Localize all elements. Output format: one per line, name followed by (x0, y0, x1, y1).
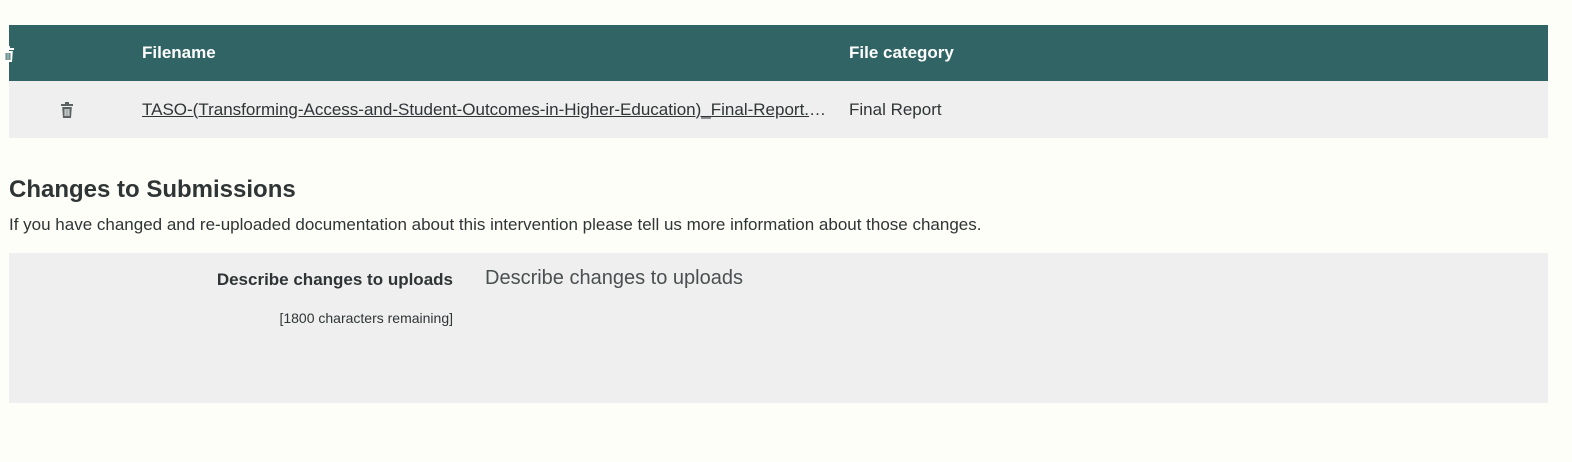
filename-cell: TASO-(Transforming-Access-and-Student-Ou… (142, 81, 849, 138)
file-link[interactable]: TASO-(Transforming-Access-and-Student-Ou… (142, 100, 828, 120)
uploaded-files-table: Filename File category TASO-(Transformin… (2, 25, 1548, 138)
delete-column-header (2, 25, 142, 81)
category-column-header[interactable]: File category (849, 25, 1548, 81)
table-row: TASO-(Transforming-Access-and-Student-Ou… (9, 81, 1548, 138)
section-title: Changes to Submissions (9, 176, 296, 203)
trash-icon[interactable] (60, 102, 74, 119)
changes-form-panel: Describe changes to uploads [1800 charac… (9, 253, 1548, 403)
category-cell: Final Report (849, 99, 942, 119)
delete-cell (9, 81, 142, 138)
table-header-row: Filename File category (2, 25, 1548, 81)
changes-textarea[interactable] (481, 265, 1531, 393)
page-content: Filename File category TASO-(Transformin… (2, 25, 1548, 403)
section-description: If you have changed and re-uploaded docu… (9, 215, 982, 234)
filename-column-header[interactable]: Filename (142, 25, 849, 81)
characters-remaining: [1800 characters remaining] (279, 310, 453, 326)
trash-icon (2, 45, 14, 62)
changes-field-label: Describe changes to uploads (216, 270, 453, 289)
